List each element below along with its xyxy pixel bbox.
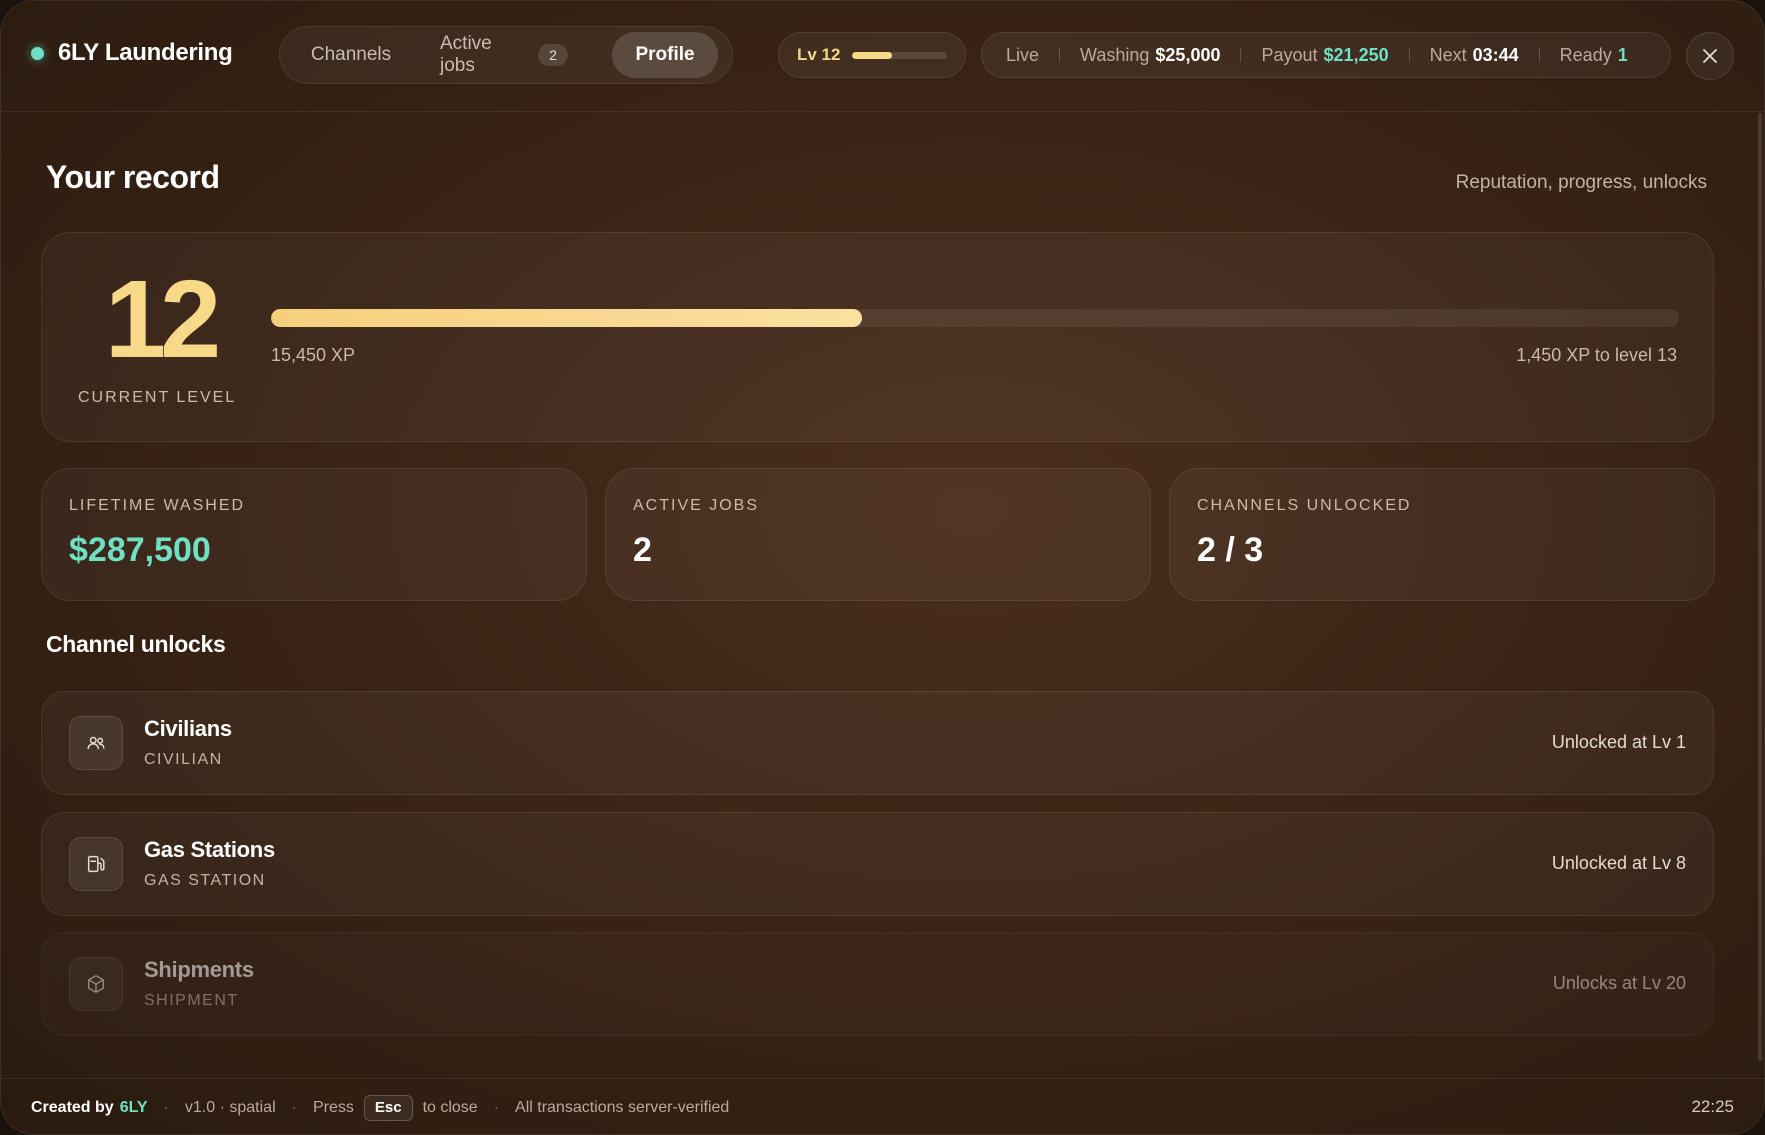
count-badge: 2 (538, 44, 568, 66)
close-icon (1703, 49, 1717, 63)
ready-label: Ready (1559, 44, 1612, 65)
footer-version: v1.0 · spatial (184, 1098, 276, 1116)
footer-press: Press (312, 1098, 354, 1116)
row-name: Gas Stations (144, 837, 275, 862)
current-level-label: CURRENT LEVEL (78, 389, 237, 406)
scrollbar[interactable] (1758, 113, 1762, 1061)
row-name: Civilians (144, 716, 232, 741)
payout-value: $21,250 (1323, 44, 1389, 65)
status-dot-icon (31, 46, 44, 60)
next-value: 03:44 (1472, 44, 1519, 65)
users-icon (87, 736, 105, 750)
esc-key-hint: Esc (363, 1094, 413, 1121)
xp-current: 15,450 XP (271, 345, 356, 365)
top-bar: 6LY Laundering Channels Active jobs 2 Pr… (1, 1, 1764, 112)
xp-progress-fill (271, 309, 863, 327)
stat-active-jobs: ACTIVE JOBS 2 (605, 468, 1151, 601)
page-title: Your record (46, 159, 220, 195)
footer-verified: All transactions server-verified (515, 1098, 730, 1116)
tab-profile[interactable]: Profile (612, 32, 718, 78)
tab-active-jobs[interactable]: Active jobs 2 (416, 32, 592, 78)
brand: 6LY Laundering (31, 39, 233, 67)
xp-to-next: 1,450 XP to level 13 (1516, 345, 1677, 365)
row-status: Unlocks at Lv 20 (1552, 973, 1686, 993)
tab-label: Profile (635, 44, 695, 65)
level-pill-label: Lv 12 (797, 45, 841, 64)
current-level-number: 12 (104, 258, 221, 381)
row-icon-box (69, 716, 123, 770)
stat-channels-unlocked: CHANNELS UNLOCKED 2 / 3 (1169, 468, 1715, 601)
laundering-window: 6LY Laundering Channels Active jobs 2 Pr… (0, 0, 1765, 1135)
level-mini-progress-fill (852, 51, 893, 59)
washing-value: $25,000 (1155, 44, 1221, 65)
brand-name: 6LY Laundering (58, 39, 233, 66)
stat-lifetime-washed: LIFETIME WASHED $287,500 (41, 468, 587, 601)
tab-channels[interactable]: Channels (286, 32, 416, 78)
footer-separator: · (493, 1098, 500, 1116)
divider (1408, 48, 1410, 62)
footer: Created by 6LY · v1.0 · spatial · Press E… (1, 1078, 1764, 1134)
row-code: CIVILIAN (144, 751, 223, 768)
level-mini-progress (852, 51, 947, 59)
next-label: Next (1429, 44, 1467, 65)
row-status: Unlocked at Lv 1 (1551, 732, 1686, 752)
live-indicator: Live (1006, 44, 1040, 65)
payout-status: Payout $21,250 (1261, 45, 1388, 66)
footer-time: 22:25 (1691, 1097, 1734, 1116)
stat-value: 2 (633, 531, 652, 569)
unlock-row-shipments[interactable]: Shipments SHIPMENT Unlocks at Lv 20 (41, 932, 1714, 1036)
status-bar: Live Washing $25,000 Payout $21,250 Next… (981, 32, 1671, 78)
tab-label: Channels (310, 44, 392, 65)
row-icon-box (69, 837, 123, 891)
stat-value: 2 / 3 (1197, 531, 1264, 569)
footer-created-by: Created by 6LY (31, 1099, 148, 1117)
stat-label: ACTIVE JOBS (633, 497, 760, 514)
stat-label: CHANNELS UNLOCKED (1197, 497, 1412, 514)
next-status: Next 03:44 (1430, 45, 1519, 66)
row-code: SHIPMENT (144, 992, 239, 1009)
footer-separator: · (291, 1098, 297, 1116)
ready-status: Ready 1 (1560, 45, 1628, 66)
footer-to-close: to close (422, 1098, 478, 1116)
divider (1538, 48, 1540, 62)
unlock-row-gas-stations[interactable]: Gas Stations GAS STATION Unlocked at Lv … (41, 812, 1714, 916)
section-title-unlocks: Channel unlocks (46, 631, 226, 657)
created-by-label: Created by (31, 1098, 114, 1116)
divider (1059, 48, 1061, 62)
stat-label: LIFETIME WASHED (69, 497, 246, 514)
washing-status: Washing $25,000 (1080, 45, 1220, 66)
washing-label: Washing (1080, 44, 1150, 65)
footer-separator: · (163, 1098, 169, 1116)
row-name: Shipments (144, 957, 254, 982)
fuel-pump-icon (87, 855, 105, 873)
level-pill: Lv 12 (778, 32, 966, 78)
close-button[interactable] (1686, 32, 1734, 80)
level-card: 12 CURRENT LEVEL 15,450 XP 1,450 XP to l… (41, 232, 1714, 442)
author-link[interactable]: 6LY (120, 1099, 148, 1116)
page-subtitle: Reputation, progress, unlocks (1455, 172, 1707, 193)
row-status: Unlocked at Lv 8 (1551, 853, 1686, 873)
xp-progress-bar (271, 309, 1679, 327)
row-icon-box (69, 957, 123, 1011)
package-icon (87, 975, 105, 993)
nav-tabs: Channels Active jobs 2 Profile (279, 26, 733, 84)
stat-value: $287,500 (69, 531, 211, 569)
row-code: GAS STATION (144, 872, 266, 889)
divider (1240, 48, 1242, 62)
payout-label: Payout (1261, 44, 1318, 65)
tab-label: Active jobs (440, 33, 492, 76)
unlock-row-civilians[interactable]: Civilians CIVILIAN Unlocked at Lv 1 (41, 691, 1714, 795)
ready-value: 1 (1617, 44, 1628, 65)
